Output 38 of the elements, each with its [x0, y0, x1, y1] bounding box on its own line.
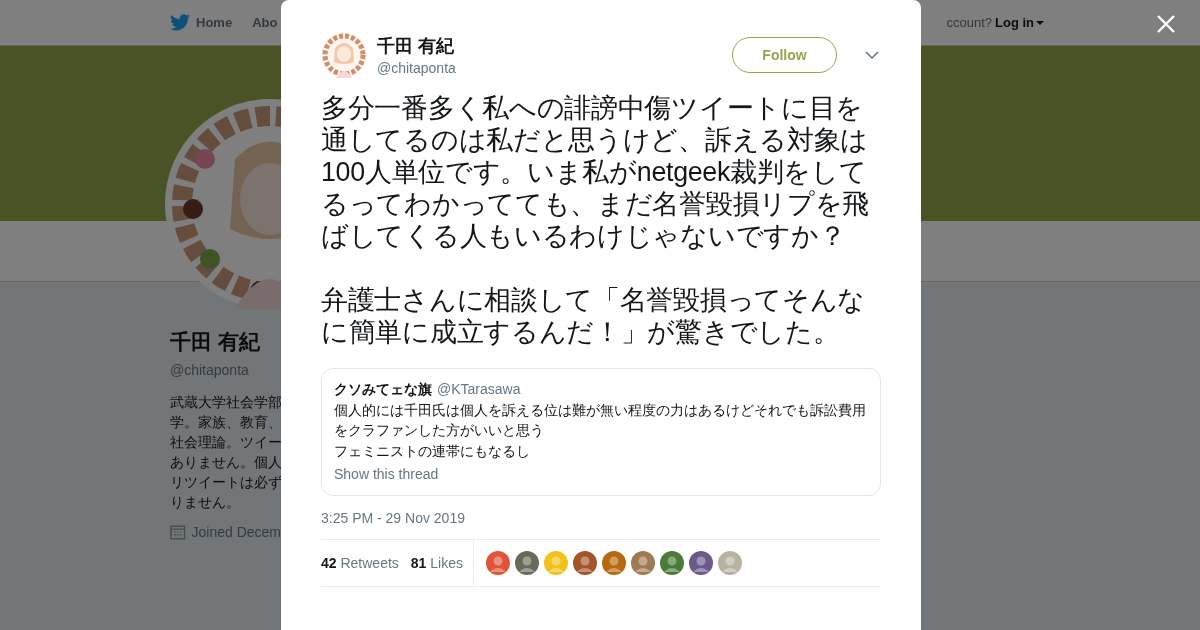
retweet-count[interactable]: 42 Retweets: [321, 555, 399, 571]
calendar-icon: [170, 524, 186, 540]
close-icon[interactable]: [1157, 15, 1175, 33]
liker-avatar[interactable]: [573, 551, 597, 575]
quote-text: フェミニストの連帯にもなるし: [334, 443, 531, 461]
bio-line: 武蔵大学社会学部: [170, 393, 281, 412]
tweet-text: 多分一番多く私への誹謗中傷ツイートに目を通してるのは私だと思うけど、訴える対象は100人単位です。いま私がnetgeek裁判をしてるってわかってても、まだ名誉毀損リプを飛ばしてくる人もいるわけじゃないですか？: [321, 92, 870, 252]
quoted-tweet[interactable]: クソみてェな旗 @KTarasawa 個人的には千田氏は個人を訴える位は難が無い程度の力はあるけどそれでも訴訟費用をクラファンした方がいいと思う フェミニストの連帯にもなるし Show this thread: [321, 368, 881, 496]
author-handle[interactable]: @chitaponta: [377, 60, 722, 76]
quote-author: クソみてェな旗: [334, 381, 432, 399]
bird-icon[interactable]: [170, 14, 190, 31]
chevron-icon[interactable]: [865, 51, 879, 59]
liker-avatar[interactable]: [602, 551, 626, 575]
show-thread-link[interactable]: Show this thread: [334, 466, 439, 482]
follow-button[interactable]: Follow: [732, 37, 837, 73]
profile-handle: @chitaponta: [170, 362, 250, 378]
tweet-timestamp: 3:25 PM - 29 Nov 2019: [321, 510, 466, 526]
bio-line: 学。家族、教育、: [170, 413, 281, 432]
bio-line: 社会理論。ツイー: [170, 433, 281, 452]
liker-avatar[interactable]: [631, 551, 655, 575]
like-count[interactable]: 81 Likes: [410, 555, 463, 571]
bio-line: リツイートは必ず: [170, 473, 281, 492]
liker-avatar[interactable]: [515, 551, 539, 575]
bio-line: ありません。個人: [170, 453, 281, 472]
author-name[interactable]: 千田 有紀: [377, 34, 722, 58]
about-link[interactable]: Abo: [252, 15, 278, 30]
liker-avatar[interactable]: [660, 551, 684, 575]
liker-avatar[interactable]: [689, 551, 713, 575]
quote-handle: @KTarasawa: [437, 381, 521, 399]
bio-line: りません。: [170, 493, 241, 512]
joined-date: Joined Decem: [191, 524, 281, 540]
login-link[interactable]: Log in: [995, 15, 1044, 30]
profile-name: 千田 有紀: [170, 329, 261, 355]
quote-text: 個人的には千田氏は個人を訴える位は難が無い程度の力はあるけどそれでも訴訟費用をクラファンした方がいいと思う: [334, 402, 867, 440]
tweet-text: 弁護士さんに相談して「名誉毀損ってそんなに簡単に成立するんだ！」が驚きでした。: [321, 284, 866, 348]
account-prompt: ccount?: [946, 15, 992, 30]
home-link[interactable]: Home: [196, 15, 233, 30]
liker-avatar[interactable]: [486, 551, 510, 575]
